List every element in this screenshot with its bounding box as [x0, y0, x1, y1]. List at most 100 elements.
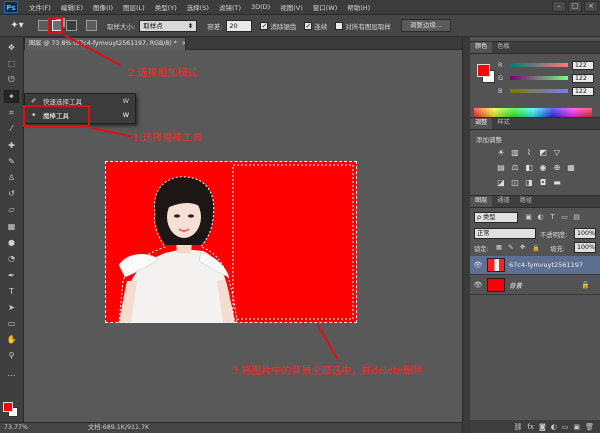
contiguous-checkbox[interactable]: ✓ 连续 [304, 21, 327, 31]
hue-saturation-icon[interactable]: ▤ [496, 163, 506, 173]
opacity-input[interactable]: 100% [574, 228, 596, 239]
color-balance-icon[interactable]: ⚖ [510, 163, 520, 173]
tab-adjustments[interactable]: 调整 [470, 118, 493, 129]
all-layers-checkbox[interactable]: 对所有图层取样 [335, 21, 391, 31]
curves-icon[interactable]: ⌇ [524, 148, 534, 158]
more-tools-icon[interactable]: … [4, 367, 19, 380]
lock-pixels-icon[interactable]: ✎ [508, 244, 513, 251]
menu-type[interactable]: 类型(Y) [150, 2, 182, 12]
layer-style-icon[interactable]: fx [527, 423, 534, 431]
fill-input[interactable]: 100% [574, 242, 596, 253]
tab-paths[interactable]: 路径 [515, 196, 537, 207]
pixel-filter-icon[interactable]: ▣ [524, 213, 533, 222]
delete-layer-icon[interactable]: 🗑 [585, 423, 594, 431]
menu-view[interactable]: 视图(V) [275, 2, 308, 12]
menu-filter[interactable]: 滤镜(T) [214, 2, 246, 12]
menu-file[interactable]: 文件(F) [24, 2, 56, 12]
blue-slider[interactable] [510, 89, 568, 93]
antialias-checkbox[interactable]: ✓ 消除锯齿 [260, 21, 296, 31]
photo-filter-icon[interactable]: ◉ [538, 163, 548, 173]
color-lookup-icon[interactable]: ▦ [566, 163, 576, 173]
pen-tool-icon[interactable]: ✒ [4, 269, 19, 282]
layer-filter-select[interactable]: ρ 类型 [474, 212, 518, 223]
brightness-icon[interactable]: ☀ [496, 148, 506, 158]
levels-icon[interactable]: ▥ [510, 148, 520, 158]
type-filter-icon[interactable]: T [548, 213, 557, 222]
magic-wand-tool-icon[interactable]: ✦ [4, 90, 19, 103]
vibrance-icon[interactable]: ▽ [552, 148, 562, 158]
zoom-tool-icon[interactable]: ⚲ [4, 349, 19, 362]
document-tab[interactable]: 图层 @ 73.8% (67c4-fymvuyt2561197, RGB/8) … [24, 37, 186, 50]
red-value-input[interactable]: 122 [572, 60, 594, 70]
blend-mode-select[interactable]: 正常 [474, 228, 536, 239]
close-button[interactable]: × [584, 1, 598, 12]
minimize-button[interactable]: – [552, 1, 566, 12]
path-selection-icon[interactable]: ➤ [4, 301, 19, 314]
lock-position-icon[interactable]: ✥ [520, 244, 525, 251]
clone-stamp-icon[interactable]: ♙ [4, 171, 19, 184]
subtract-from-selection-icon[interactable] [66, 20, 77, 31]
adjustment-filter-icon[interactable]: ◐ [536, 213, 545, 222]
green-slider[interactable] [510, 76, 568, 80]
menu-edit[interactable]: 编辑(E) [56, 2, 88, 12]
sample-size-select[interactable]: 取样点 ⬍ [139, 19, 198, 32]
eraser-tool-icon[interactable]: ▱ [4, 203, 19, 216]
exposure-icon[interactable]: ◩ [538, 148, 548, 158]
tab-layers[interactable]: 图层 [470, 196, 493, 207]
blur-tool-icon[interactable]: ● [4, 236, 19, 249]
posterize-icon[interactable]: ◫ [510, 178, 520, 188]
dodge-tool-icon[interactable]: ◔ [4, 252, 19, 265]
lock-transparency-icon[interactable]: ▦ [496, 244, 502, 251]
menu-select[interactable]: 选择(S) [182, 2, 214, 12]
menu-window[interactable]: 窗口(W) [308, 2, 343, 12]
maximize-button[interactable]: □ [568, 1, 582, 12]
black-white-icon[interactable]: ◧ [524, 163, 534, 173]
hand-tool-icon[interactable]: ✋ [4, 333, 19, 346]
magic-wand-preset-icon[interactable]: ✦▾ [4, 17, 30, 35]
shape-filter-icon[interactable]: ▭ [560, 213, 569, 222]
type-tool-icon[interactable]: T [4, 285, 19, 298]
tab-swatches[interactable]: 色板 [492, 42, 514, 53]
new-group-icon[interactable]: ▭ [562, 423, 569, 431]
lasso-tool-icon[interactable]: ᘎ [4, 73, 19, 86]
green-value-input[interactable]: 122 [572, 73, 594, 83]
link-layers-icon[interactable]: ⛓ [513, 423, 522, 431]
marquee-tool-icon[interactable]: ⬚ [4, 57, 19, 70]
tab-channels[interactable]: 通道 [492, 196, 514, 207]
invert-icon[interactable]: ◪ [496, 178, 506, 188]
selective-color-icon[interactable]: ◘ [538, 178, 548, 188]
shape-tool-icon[interactable]: ▭ [4, 317, 19, 330]
tab-color[interactable]: 颜色 [470, 42, 493, 53]
intersect-selection-icon[interactable] [86, 20, 97, 31]
healing-brush-icon[interactable]: ✚ [4, 139, 19, 152]
history-brush-icon[interactable]: ↺ [4, 187, 19, 200]
new-layer-icon[interactable]: ▣ [573, 423, 580, 431]
menu-image[interactable]: 图像(I) [88, 2, 118, 12]
threshold-icon[interactable]: ◨ [524, 178, 534, 188]
layer-mask-icon[interactable]: ◙ [539, 423, 546, 431]
new-adjustment-icon[interactable]: ◐ [551, 423, 557, 431]
foreground-color-chip[interactable] [477, 64, 490, 77]
menu-3d[interactable]: 3D(D) [246, 3, 275, 11]
gradient-map-icon[interactable]: ▬ [552, 178, 562, 188]
blue-value-input[interactable]: 122 [572, 86, 594, 96]
lock-all-icon[interactable]: 🔒 [532, 244, 540, 252]
foreground-color-swatch[interactable] [3, 402, 13, 412]
red-slider[interactable] [510, 63, 568, 67]
layer-row-photo[interactable]: 👁 67c4-fymvuyt2561197 [470, 256, 600, 275]
eye-icon[interactable]: 👁 [472, 281, 484, 289]
refine-edge-button[interactable]: 调整边缘... [400, 19, 452, 32]
brush-tool-icon[interactable]: ✎ [4, 155, 19, 168]
tolerance-input[interactable]: 20 [226, 19, 253, 32]
channel-mixer-icon[interactable]: ⊕ [552, 163, 562, 173]
layer-row-background[interactable]: 👁 背景 🔒 [470, 276, 600, 295]
eyedropper-tool-icon[interactable]: ⁄ [4, 122, 19, 135]
smart-object-filter-icon[interactable]: ▤ [572, 213, 581, 222]
eye-icon[interactable]: 👁 [472, 261, 484, 269]
menu-layer[interactable]: 图层(L) [118, 2, 150, 12]
zoom-level[interactable]: 73.77% [4, 423, 28, 433]
document-size[interactable]: 文档:689.1K/911.7K [88, 423, 149, 433]
gradient-tool-icon[interactable]: ▦ [4, 220, 19, 233]
crop-tool-icon[interactable]: ⌗ [4, 106, 19, 119]
move-tool-icon[interactable]: ✥ [4, 41, 19, 54]
